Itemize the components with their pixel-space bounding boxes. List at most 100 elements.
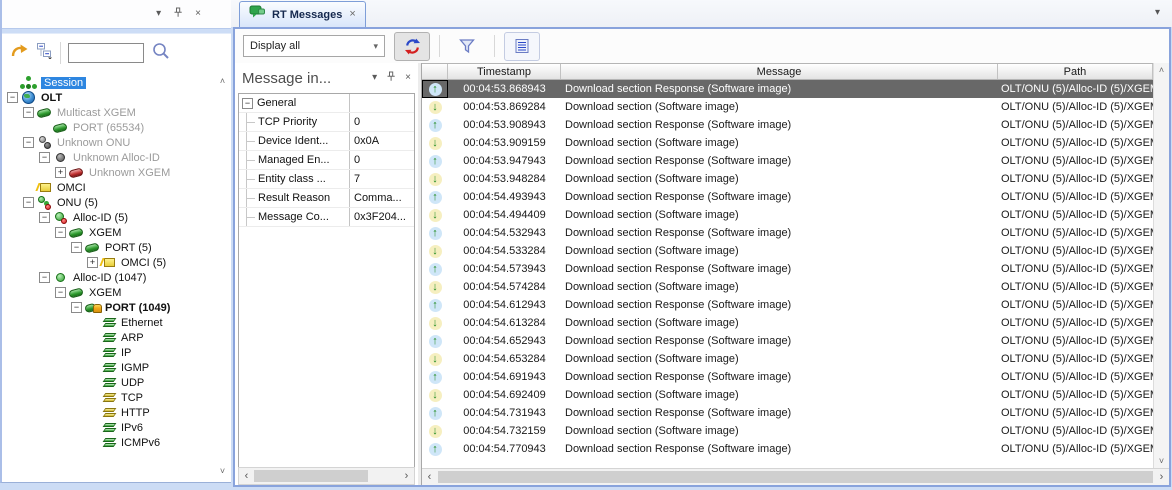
close-icon[interactable]: × <box>195 9 201 19</box>
message-row[interactable]: 00:04:54.532943 Download section Respons… <box>422 224 1153 242</box>
message-row[interactable]: 00:04:54.731943 Download section Respons… <box>422 404 1153 422</box>
group-expander-icon[interactable]: − <box>242 98 253 109</box>
tree-expander-icon[interactable]: − <box>23 137 34 148</box>
search-icon[interactable] <box>151 41 171 66</box>
tree-expander-icon[interactable]: − <box>23 197 34 208</box>
tree-item[interactable]: − XGEM <box>4 285 230 300</box>
message-row[interactable]: 00:04:54.533284 Download section (Softwa… <box>422 242 1153 260</box>
tree-expander-icon[interactable]: − <box>71 302 82 313</box>
tree-item[interactable]: − PORT (5) <box>4 240 230 255</box>
tree-item[interactable]: − Alloc-ID (5) <box>4 210 230 225</box>
tree-item[interactable]: − Multicast XGEM <box>4 105 230 120</box>
tab-rt-messages[interactable]: RT Messages <box>239 1 366 27</box>
tree-vertical-scrollbar[interactable] <box>215 74 230 478</box>
message-row[interactable]: 00:04:53.948284 Download section (Softwa… <box>422 170 1153 188</box>
tab-close-icon[interactable] <box>349 9 355 20</box>
scroll-down-icon[interactable] <box>215 466 230 476</box>
message-row[interactable]: 00:04:54.573943 Download section Respons… <box>422 260 1153 278</box>
tree-expander-icon[interactable]: − <box>39 152 50 163</box>
tree-item[interactable]: UDP <box>4 375 230 390</box>
tree-item[interactable]: Ethernet <box>4 315 230 330</box>
tree-item[interactable]: IP <box>4 345 230 360</box>
tree-item[interactable]: − PORT (1049) <box>4 300 230 315</box>
property-row[interactable]: − General <box>239 94 414 113</box>
jump-arrow-icon[interactable] <box>11 43 29 63</box>
tree-item[interactable]: ICMPv6 <box>4 435 230 450</box>
message-row[interactable]: 00:04:53.908943 Download section Respons… <box>422 116 1153 134</box>
scroll-down-icon[interactable] <box>1154 456 1169 466</box>
tree-expander-icon[interactable]: − <box>23 107 34 118</box>
autoscroll-toggle-button[interactable] <box>394 32 430 61</box>
details-view-button[interactable] <box>504 32 540 61</box>
tree-expander-icon[interactable]: − <box>55 227 66 238</box>
property-row[interactable]: Device Ident... 0x0A <box>239 132 414 151</box>
tree-item[interactable]: − Unknown ONU <box>4 135 230 150</box>
tree-item[interactable]: − XGEM <box>4 225 230 240</box>
message-row[interactable]: 00:04:53.909159 Download section (Softwa… <box>422 134 1153 152</box>
pin-icon[interactable] <box>386 71 396 85</box>
tree-item[interactable]: + Unknown XGEM <box>4 165 230 180</box>
property-row[interactable]: Entity class ... 7 <box>239 170 414 189</box>
tree-expander-icon[interactable]: − <box>55 287 66 298</box>
scroll-right-icon[interactable] <box>1154 471 1169 483</box>
chevron-down-icon[interactable]: ▾ <box>372 73 377 83</box>
column-header-direction[interactable] <box>422 64 448 79</box>
message-row[interactable]: 00:04:54.613284 Download section (Softwa… <box>422 314 1153 332</box>
property-row[interactable]: TCP Priority 0 <box>239 113 414 132</box>
tree-item[interactable]: − Unknown Alloc-ID <box>4 150 230 165</box>
tree-item[interactable]: Session <box>4 75 230 90</box>
message-row[interactable]: 00:04:54.494409 Download section (Softwa… <box>422 206 1153 224</box>
tree-expander-icon[interactable]: − <box>39 212 50 223</box>
inspector-horizontal-scrollbar[interactable] <box>238 467 415 485</box>
tree-item[interactable]: IGMP <box>4 360 230 375</box>
display-filter-combobox[interactable]: Display all <box>243 35 385 57</box>
message-row[interactable]: 00:04:54.652943 Download section Respons… <box>422 332 1153 350</box>
message-row[interactable]: 00:04:54.653284 Download section (Softwa… <box>422 350 1153 368</box>
tree-item[interactable]: PORT (65534) <box>4 120 230 135</box>
scroll-left-icon[interactable] <box>239 470 254 482</box>
tree-expander-icon[interactable]: − <box>7 92 18 103</box>
close-icon[interactable]: × <box>405 73 411 83</box>
scrollbar-thumb[interactable] <box>254 470 368 482</box>
table-horizontal-scrollbar[interactable] <box>422 468 1169 485</box>
tree-item[interactable]: − Alloc-ID (1047) <box>4 270 230 285</box>
tree-item[interactable]: OMCI <box>4 180 230 195</box>
message-row[interactable]: 00:04:53.947943 Download section Respons… <box>422 152 1153 170</box>
column-header-message[interactable]: Message <box>561 64 998 79</box>
scroll-left-icon[interactable] <box>422 471 437 483</box>
column-header-path[interactable]: Path <box>998 64 1153 79</box>
scroll-right-icon[interactable] <box>399 470 414 482</box>
collapse-tree-icon[interactable] <box>36 42 53 64</box>
tree-item[interactable]: ARP <box>4 330 230 345</box>
search-input[interactable] <box>68 43 144 63</box>
pin-icon[interactable] <box>173 7 183 21</box>
property-row[interactable]: Message Co... 0x3F204... <box>239 208 414 227</box>
scrollbar-thumb[interactable] <box>438 471 1153 483</box>
chevron-down-icon[interactable]: ▾ <box>156 9 161 19</box>
tree-item[interactable]: − ONU (5) <box>4 195 230 210</box>
filter-button[interactable] <box>449 32 485 61</box>
tree-expander-icon[interactable]: − <box>71 242 82 253</box>
scroll-up-icon[interactable] <box>1154 65 1169 75</box>
message-row[interactable]: 00:04:54.574284 Download section (Softwa… <box>422 278 1153 296</box>
message-row[interactable]: 00:04:54.692409 Download section (Softwa… <box>422 386 1153 404</box>
message-row[interactable]: 00:04:53.868943 Download section Respons… <box>422 80 1153 98</box>
message-row[interactable]: 00:04:54.770943 Download section Respons… <box>422 440 1153 458</box>
message-row[interactable]: 00:04:54.732159 Download section (Softwa… <box>422 422 1153 440</box>
message-row[interactable]: 00:04:54.612943 Download section Respons… <box>422 296 1153 314</box>
property-row[interactable]: Result Reason Comma... <box>239 189 414 208</box>
table-vertical-scrollbar[interactable] <box>1153 63 1169 468</box>
column-header-timestamp[interactable]: Timestamp <box>448 64 561 79</box>
tree-item[interactable]: − OLT <box>4 90 230 105</box>
scroll-up-icon[interactable] <box>215 76 230 86</box>
tab-list-caret-icon[interactable] <box>1155 7 1160 18</box>
message-row[interactable]: 00:04:53.869284 Download section (Softwa… <box>422 98 1153 116</box>
tree-expander-icon[interactable]: + <box>87 257 98 268</box>
tree-expander-icon[interactable]: − <box>39 272 50 283</box>
tree-item[interactable]: TCP <box>4 390 230 405</box>
property-row[interactable]: Managed En... 0 <box>239 151 414 170</box>
tree-item[interactable]: HTTP <box>4 405 230 420</box>
tree-item[interactable]: IPv6 <box>4 420 230 435</box>
message-row[interactable]: 00:04:54.493943 Download section Respons… <box>422 188 1153 206</box>
tree-expander-icon[interactable]: + <box>55 167 66 178</box>
